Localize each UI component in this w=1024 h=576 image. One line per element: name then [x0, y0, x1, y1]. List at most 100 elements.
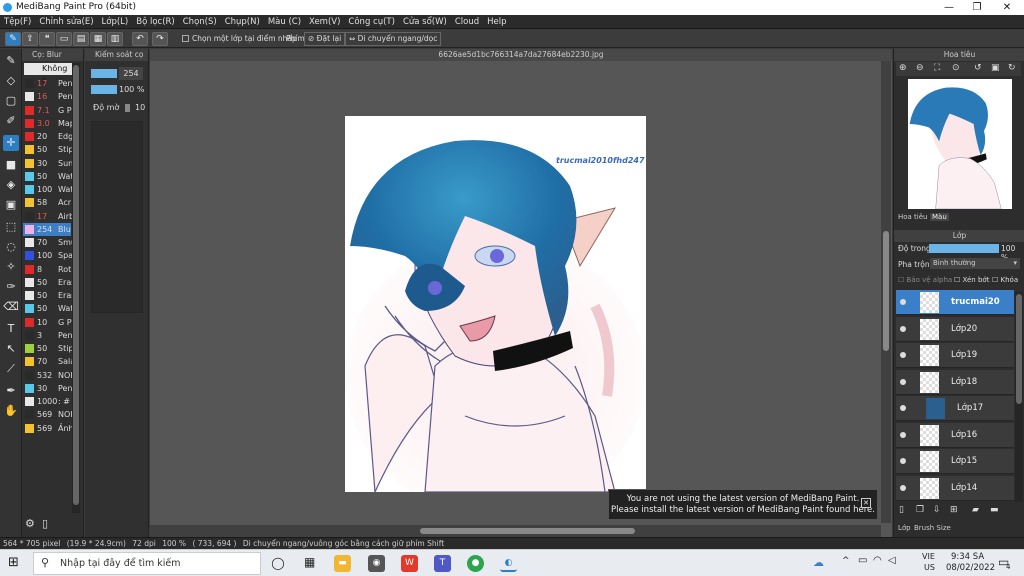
brush-item[interactable]: 58 Acr: [23, 196, 71, 209]
brush-item[interactable]: 1000: #: [23, 395, 71, 408]
layer-row[interactable]: Lớp15: [896, 449, 1014, 474]
network-icon[interactable]: ▭: [858, 555, 867, 566]
layer-row[interactable]: Lớp20: [896, 316, 1014, 342]
eye-icon[interactable]: [900, 484, 906, 491]
redo-icon[interactable]: ↷: [152, 32, 168, 46]
comment-icon[interactable]: ▭: [56, 32, 72, 46]
close-notification-icon[interactable]: ✕: [861, 498, 871, 508]
zoom-out-icon[interactable]: ⊖: [916, 63, 924, 73]
clock-time[interactable]: 9:34 SA: [951, 552, 984, 562]
lasso-tool-icon[interactable]: ◌: [3, 239, 19, 255]
blend-select[interactable]: Bình thường ▾: [930, 258, 1020, 269]
artwork-canvas[interactable]: trucmai2010fhd247: [345, 116, 646, 492]
brush-item[interactable]: 50 Wat: [23, 302, 72, 315]
tab-layer[interactable]: Lớp: [898, 524, 911, 532]
rotate-right-icon[interactable]: ↻: [1008, 63, 1016, 73]
add-brush-icon[interactable]: ⚙: [25, 517, 35, 530]
new-layer-icon[interactable]: ▯: [899, 505, 904, 515]
brush-item[interactable]: 569 Ảnh: [23, 422, 72, 435]
brush-selector[interactable]: Không c: [24, 63, 72, 85]
task-view-icon[interactable]: ◯: [270, 555, 286, 571]
brush-item[interactable]: 254 Blu: [23, 222, 71, 236]
brush-item[interactable]: 50 Eras: [23, 276, 72, 289]
add-layer-menu-icon[interactable]: ⊞: [950, 505, 958, 515]
actual-size-icon[interactable]: ⊙: [952, 63, 960, 73]
size-value[interactable]: 254: [119, 67, 143, 80]
brush-item[interactable]: 3 Pen: [23, 329, 72, 342]
reset-button[interactable]: ⊘ Đặt lại: [304, 32, 346, 46]
eye-icon[interactable]: [900, 378, 906, 385]
menu-item[interactable]: Chọn(S): [179, 15, 221, 29]
magic-wand-icon[interactable]: ✧: [3, 259, 19, 275]
density-handle[interactable]: [125, 104, 130, 112]
eye-icon[interactable]: [900, 325, 906, 332]
eye-icon[interactable]: [900, 458, 906, 464]
menu-item[interactable]: Công cụ(T): [344, 15, 399, 29]
protect-alpha-checkbox[interactable]: ☐ Bảo vệ alpha: [898, 276, 952, 284]
zoom-in-icon[interactable]: ⊕: [899, 63, 907, 73]
brush-item[interactable]: 70 Smu: [23, 236, 72, 249]
brush-item[interactable]: 50 Stip: [23, 143, 72, 156]
dot-tool-icon[interactable]: ▢: [3, 93, 19, 109]
maximize-icon[interactable]: ❐: [962, 0, 992, 15]
menu-item[interactable]: Help: [483, 15, 510, 29]
blur-brush-icon[interactable]: ✐: [3, 113, 19, 129]
canvas-vscroll-thumb[interactable]: [883, 231, 889, 351]
bucket-tool-icon[interactable]: ◈: [3, 177, 19, 193]
layer-row[interactable]: Lớp14: [896, 475, 1014, 501]
brush-item[interactable]: 20 Edg: [23, 130, 72, 143]
brush-item[interactable]: 70 Sala: [23, 355, 72, 368]
menu-item[interactable]: Cloud: [451, 15, 483, 29]
fit-icon[interactable]: ⛶: [934, 63, 940, 73]
layer-row[interactable]: Lớp16: [896, 422, 1014, 448]
menu-item[interactable]: Xem(V): [305, 15, 344, 29]
eye-icon[interactable]: [900, 431, 906, 438]
layer-row[interactable]: trucmai20: [896, 290, 1014, 315]
brush-scroll-thumb[interactable]: [73, 65, 79, 505]
brush-item[interactable]: 7.1 G P: [23, 104, 72, 117]
text-tool-icon[interactable]: T: [3, 321, 19, 337]
windows-start-icon[interactable]: ⊞: [8, 555, 24, 571]
hand-tool-icon[interactable]: ✋: [3, 403, 19, 419]
brush-item[interactable]: 50 Wat: [23, 170, 72, 183]
tab-color[interactable]: Màu: [930, 213, 949, 221]
menu-item[interactable]: Tệp(F): [0, 15, 35, 29]
merge-icon[interactable]: ⇩: [933, 505, 941, 515]
language-1[interactable]: VIE: [922, 552, 935, 561]
select-tool-icon[interactable]: ⬚: [3, 219, 19, 235]
menu-item[interactable]: Màu (C): [264, 15, 305, 29]
copy-layer-icon[interactable]: ❐: [916, 505, 924, 515]
taskbar-search-box[interactable]: ⚲ Nhập tại đây để tìm kiếm: [33, 552, 261, 575]
operation-tool-icon[interactable]: ↖: [3, 341, 19, 357]
wifi-icon[interactable]: ◠: [873, 555, 882, 566]
clipping-checkbox[interactable]: ☐ Xén bớt: [954, 276, 989, 284]
layer-row[interactable]: Lớp18: [896, 369, 1014, 395]
brush-mode-icon[interactable]: ✎: [5, 32, 21, 46]
brush-item[interactable]: 16 Pen: [23, 90, 72, 103]
close-icon[interactable]: ✕: [992, 0, 1022, 15]
clock-date[interactable]: 08/02/2022: [946, 563, 995, 573]
camera-icon[interactable]: ◉: [368, 555, 385, 572]
brush-item[interactable]: 532 NOI: [23, 369, 72, 382]
lock-checkbox[interactable]: ☐ Khóa: [992, 276, 1018, 284]
delete-layer-icon[interactable]: ▬: [990, 505, 999, 515]
file-explorer-icon[interactable]: ▬: [334, 555, 351, 572]
size-slider[interactable]: [91, 69, 117, 78]
tray-chevron-icon[interactable]: ^: [842, 556, 850, 566]
menu-item[interactable]: Bộ lọc(R): [132, 15, 179, 29]
brush-item[interactable]: 30 Pen: [23, 382, 72, 395]
eye-icon[interactable]: [900, 405, 906, 411]
grid-icon[interactable]: ▥: [107, 32, 123, 46]
eye-icon[interactable]: [900, 299, 906, 305]
update-notification[interactable]: You are not using the latest version of …: [608, 489, 878, 520]
brush-item[interactable]: 17 Airb: [23, 210, 72, 223]
undo-icon[interactable]: ↶: [132, 32, 148, 46]
flip-button[interactable]: ⇔ Di chuyển ngang/dọc: [345, 32, 442, 46]
chrome-icon[interactable]: ●: [467, 555, 484, 572]
volume-icon[interactable]: ◁: [888, 555, 896, 566]
move-tool-icon[interactable]: ✛: [3, 135, 19, 151]
new-page-icon[interactable]: ▯: [42, 517, 48, 530]
brush-item[interactable]: 100 Wat: [23, 183, 72, 196]
pen-tool-icon[interactable]: ✎: [3, 53, 19, 69]
opacity-slider[interactable]: [91, 85, 117, 94]
